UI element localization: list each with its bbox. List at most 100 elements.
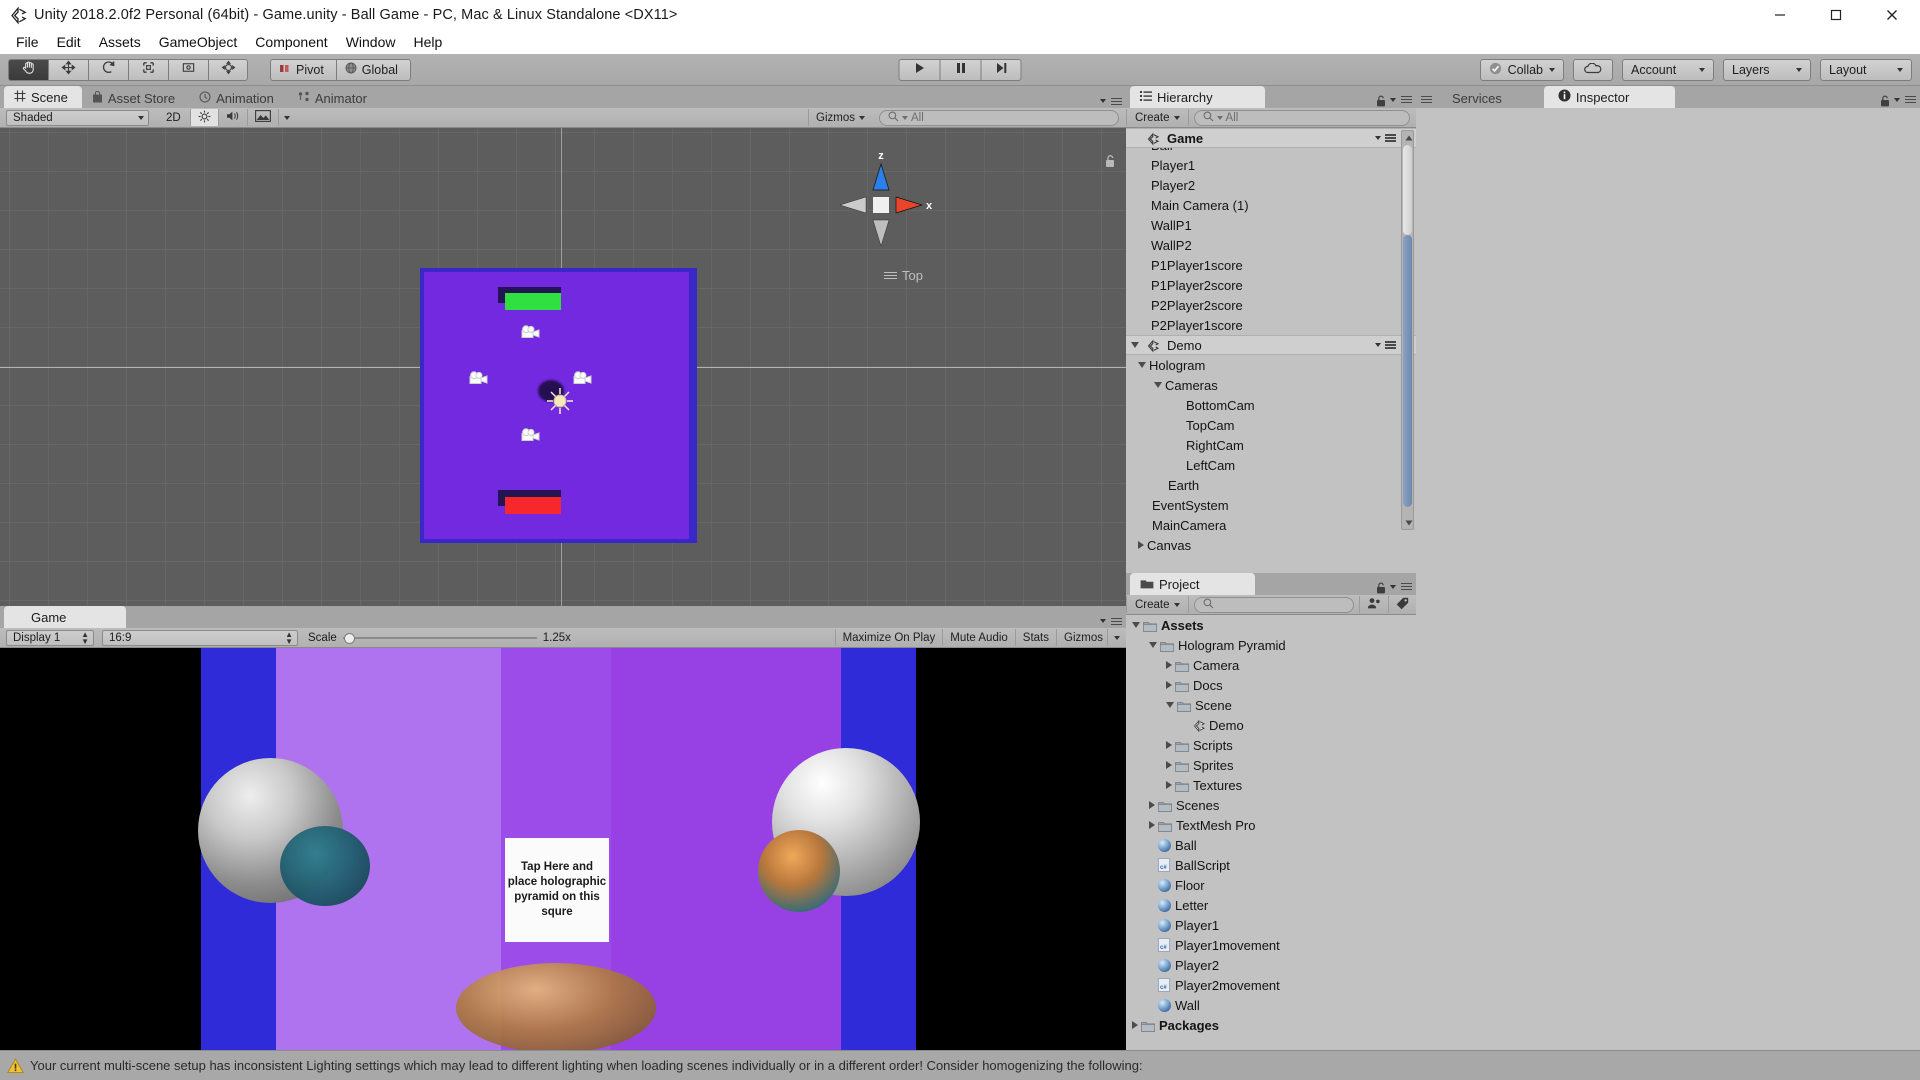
unlock-icon[interactable] (1880, 94, 1889, 105)
menu-window[interactable]: Window (337, 32, 405, 52)
tree-row[interactable]: EventSystem (1126, 495, 1416, 515)
list-item[interactable]: Textures (1126, 775, 1416, 795)
expand-triangle-icon[interactable] (1154, 382, 1162, 388)
collab-button[interactable]: Collab (1480, 59, 1564, 81)
expand-triangle-icon[interactable] (1166, 741, 1172, 749)
expand-triangle-icon[interactable] (1166, 761, 1172, 769)
tab-game[interactable]: Game (4, 606, 126, 628)
project-create-dropdown[interactable]: Create (1126, 596, 1189, 613)
hand-tool-button[interactable] (8, 59, 48, 81)
project-labels-button[interactable] (1388, 596, 1416, 613)
hierarchy-search-input[interactable]: All (1194, 110, 1410, 126)
project-favorites-button[interactable] (1359, 596, 1388, 613)
aspect-ratio-dropdown[interactable]: 16:9 ▲▼ (102, 630, 298, 646)
expand-triangle-icon[interactable] (1132, 622, 1140, 628)
list-item[interactable]: Ball (1126, 835, 1416, 855)
tab-inspector[interactable]: Inspector (1544, 86, 1675, 108)
stats-button[interactable]: Stats (1015, 629, 1056, 646)
game-overlay-card[interactable]: Tap Here and place holographic pyramid o… (505, 838, 609, 942)
list-item[interactable]: BallScript (1126, 855, 1416, 875)
status-bar[interactable]: Your current multi-scene setup has incon… (0, 1050, 1920, 1080)
cloud-button[interactable] (1573, 59, 1613, 81)
scrollbar-thumb-upper[interactable] (1403, 145, 1412, 235)
move-tool-button[interactable] (48, 59, 88, 81)
layout-dropdown[interactable]: Layout (1820, 59, 1912, 81)
shading-mode-dropdown[interactable]: Shaded (6, 110, 149, 126)
tree-row[interactable]: P1Player1score (1126, 255, 1416, 275)
hierarchy-scrollbar[interactable] (1401, 130, 1414, 530)
list-item[interactable]: Letter (1126, 895, 1416, 915)
tree-row[interactable]: P2Player2score (1126, 295, 1416, 315)
project-tree[interactable]: AssetsHologram PyramidCameraDocsSceneDem… (1126, 615, 1416, 1050)
camera-gizmo-bottom[interactable] (520, 428, 546, 445)
list-item[interactable]: Docs (1126, 675, 1416, 695)
tab-project[interactable]: Project (1130, 573, 1255, 595)
game-gizmos-caret[interactable] (1107, 629, 1126, 646)
tree-row[interactable]: MainCamera (1126, 515, 1416, 535)
panel-menu-icon[interactable] (1111, 618, 1122, 626)
hierarchy-scene-game[interactable]: Game (1126, 128, 1416, 148)
layers-dropdown[interactable]: Layers (1723, 59, 1811, 81)
tree-row[interactable]: Ball (1126, 148, 1416, 155)
panel-menu-icon[interactable] (1401, 583, 1412, 591)
list-item[interactable]: Scenes (1126, 795, 1416, 815)
tree-row[interactable]: WallP2 (1126, 235, 1416, 255)
tree-row[interactable]: Cameras (1126, 375, 1416, 395)
tree-row[interactable]: BottomCam (1126, 395, 1416, 415)
expand-triangle-icon[interactable] (1138, 541, 1144, 549)
scale-tool-button[interactable] (128, 59, 168, 81)
scale-slider[interactable] (343, 632, 537, 644)
list-item[interactable]: Camera (1126, 655, 1416, 675)
slider-thumb[interactable] (344, 633, 355, 644)
ball-light-gizmo[interactable] (546, 387, 574, 415)
tree-row[interactable]: P1Player2score (1126, 275, 1416, 295)
tab-hierarchy[interactable]: Hierarchy (1130, 86, 1265, 108)
camera-gizmo-right[interactable] (572, 371, 598, 388)
chevron-down-icon[interactable] (1390, 98, 1396, 102)
scene-search-input[interactable]: All (879, 110, 1119, 126)
tree-row[interactable]: Canvas (1126, 535, 1416, 555)
list-item[interactable]: Assets (1126, 615, 1416, 635)
play-button[interactable] (899, 59, 940, 81)
tree-row[interactable]: WallP1 (1126, 215, 1416, 235)
menu-edit[interactable]: Edit (48, 32, 90, 52)
audio-toggle-button[interactable] (218, 109, 247, 126)
unlock-icon[interactable] (1104, 154, 1116, 173)
tab-animation[interactable]: Animation (189, 88, 288, 108)
game-gizmos-dropdown[interactable]: Gizmos (1056, 629, 1107, 646)
camera-gizmo-left[interactable] (468, 371, 494, 388)
scroll-up-icon[interactable] (1403, 132, 1414, 143)
list-item[interactable]: TextMesh Pro (1126, 815, 1416, 835)
game-viewport[interactable]: Tap Here and place holographic pyramid o… (0, 648, 1126, 1050)
scroll-down-icon[interactable] (1403, 517, 1414, 528)
mute-audio-button[interactable]: Mute Audio (942, 629, 1015, 646)
expand-triangle-icon[interactable] (1132, 1021, 1138, 1029)
panel-menu-icon[interactable] (1905, 96, 1916, 104)
step-button[interactable] (981, 59, 1022, 81)
list-item[interactable]: Sprites (1126, 755, 1416, 775)
list-item[interactable]: Player2movement (1126, 975, 1416, 995)
list-item[interactable]: Player2 (1126, 955, 1416, 975)
maximize-on-play-button[interactable]: Maximize On Play (835, 629, 943, 646)
hierarchy-tree[interactable]: Game Ball Player1 Player2 Main Camera (1… (1126, 128, 1416, 573)
maximize-button[interactable] (1808, 0, 1864, 30)
scene-gizmos-dropdown[interactable]: Gizmos (808, 109, 872, 126)
hierarchy-scene-demo[interactable]: Demo (1126, 335, 1416, 355)
menu-file[interactable]: File (7, 32, 48, 52)
panel-menu-icon[interactable] (1401, 96, 1412, 104)
scene-menu-group[interactable] (1375, 341, 1396, 349)
rect-transform-tool-button[interactable] (168, 59, 208, 81)
chevron-down-icon[interactable] (1100, 619, 1106, 623)
project-search-input[interactable] (1194, 597, 1354, 613)
list-item[interactable]: Demo (1126, 715, 1416, 735)
pivot-toggle[interactable]: Pivot (270, 59, 336, 81)
tree-row[interactable]: Hologram (1126, 355, 1416, 375)
lighting-toggle-button[interactable] (190, 109, 218, 126)
chevron-down-icon[interactable] (1100, 99, 1106, 103)
effects-dropdown[interactable] (278, 109, 295, 126)
expand-triangle-icon[interactable] (1131, 342, 1139, 348)
minimize-button[interactable] (1752, 0, 1808, 30)
account-dropdown[interactable]: Account (1622, 59, 1714, 81)
expand-triangle-icon[interactable] (1166, 702, 1174, 708)
scene-orientation-gizmo[interactable]: z x (826, 150, 936, 260)
